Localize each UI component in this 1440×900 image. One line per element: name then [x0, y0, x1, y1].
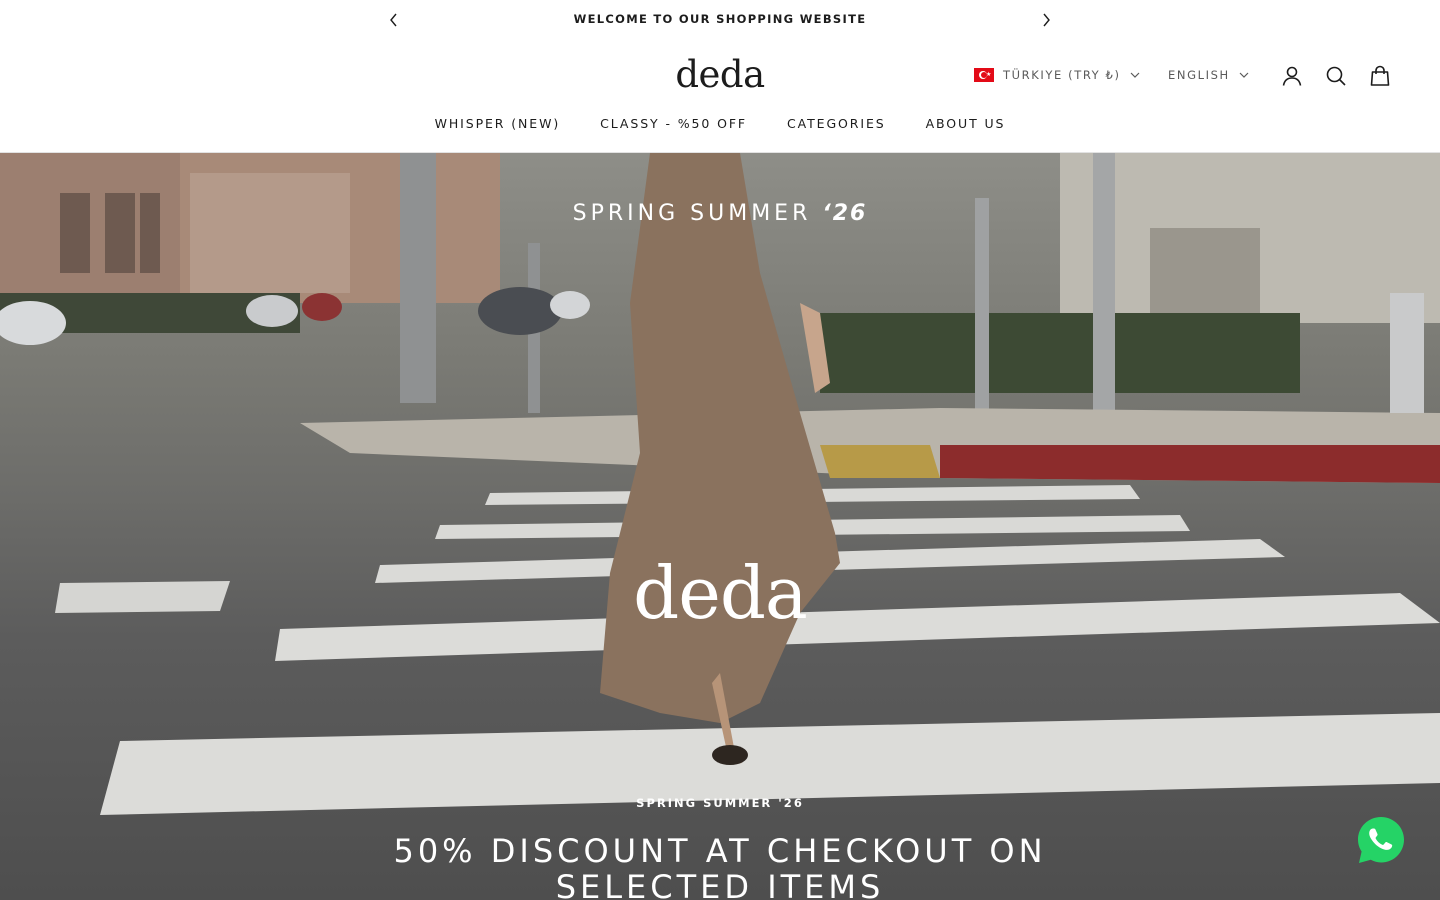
hero-headline: 50% DISCOUNT AT CHECKOUT ON SELECTED ITE… — [0, 833, 1440, 900]
language-selector[interactable]: ENGLISH — [1168, 68, 1249, 82]
main-navigation: WHISPER (NEW) CLASSY - %50 OFF CATEGORIE… — [0, 116, 1440, 131]
turkey-flag-icon: ★ — [974, 68, 994, 82]
hero-season-title: SPRING SUMMER ‘26 — [0, 201, 1440, 226]
cart-button[interactable] — [1368, 64, 1392, 88]
hero-season-text: SPRING SUMMER — [572, 201, 812, 226]
site-header: deda ★ TÜRKIYE (TRY ₺) ENGLISH WHISPER (… — [0, 40, 1440, 153]
hero-brand-logo: deda — [633, 551, 808, 635]
whatsapp-chat-button[interactable] — [1356, 815, 1406, 865]
country-selector-label: TÜRKIYE (TRY ₺) — [1003, 68, 1121, 82]
hero-subheading: SPRING SUMMER '26 — [636, 796, 804, 810]
hero-background-image — [0, 153, 1440, 815]
announcement-message: WELCOME TO OUR SHOPPING WEBSITE — [573, 12, 867, 26]
nav-item-whisper[interactable]: WHISPER (NEW) — [435, 116, 561, 131]
hero-headline-line-2: SELECTED ITEMS — [555, 868, 885, 900]
search-icon — [1326, 66, 1346, 86]
nav-item-about-us[interactable]: ABOUT US — [926, 116, 1006, 131]
hero-headline-line-1: 50% DISCOUNT AT CHECKOUT ON — [393, 832, 1047, 870]
account-icon — [1282, 66, 1302, 86]
chevron-down-icon — [1130, 72, 1140, 78]
announcement-bar: WELCOME TO OUR SHOPPING WEBSITE — [0, 0, 1440, 40]
next-announcement-button[interactable] — [1036, 10, 1056, 30]
hero-season-year: ‘26 — [822, 201, 868, 226]
nav-item-classy[interactable]: CLASSY - %50 OFF — [600, 116, 747, 131]
language-selector-label: ENGLISH — [1168, 68, 1230, 82]
hero-banner[interactable]: SPRING SUMMER ‘26 deda SPRING SUMMER '26… — [0, 153, 1440, 900]
chevron-right-icon — [1043, 13, 1050, 27]
country-selector[interactable]: ★ TÜRKIYE (TRY ₺) — [974, 68, 1140, 82]
cart-icon — [1370, 65, 1390, 86]
chevron-down-icon — [1239, 72, 1249, 78]
whatsapp-icon — [1358, 817, 1404, 863]
nav-item-categories[interactable]: CATEGORIES — [787, 116, 886, 131]
search-button[interactable] — [1324, 64, 1348, 88]
account-button[interactable] — [1280, 64, 1304, 88]
